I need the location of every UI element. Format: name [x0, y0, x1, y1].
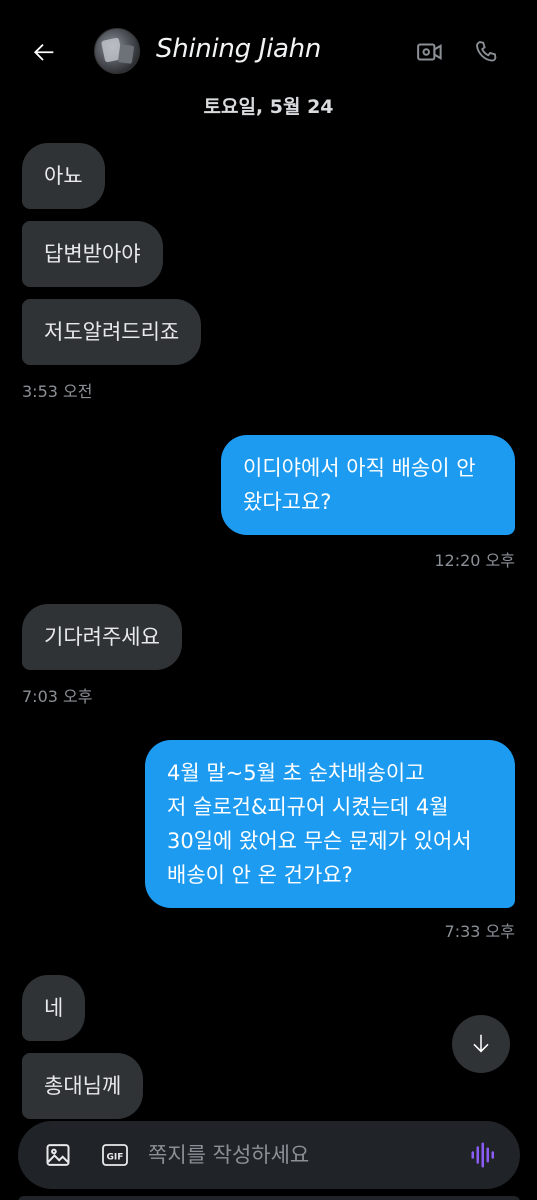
conversation-header: Shining Jiahn [0, 0, 537, 100]
message-bubble-incoming[interactable]: 총대님께 [22, 1053, 144, 1119]
message-text-line: 왔다고요? [243, 490, 332, 514]
arrow-left-icon [33, 43, 54, 61]
add-gif-button[interactable]: GIF [100, 1140, 130, 1170]
bottom-panel-edge [18, 1196, 520, 1200]
message-bubble-incoming[interactable]: 기다려주세요 [22, 604, 182, 670]
message-timestamp: 12:20 오후 [434, 551, 515, 570]
message-text: 기다려주세요 [44, 625, 160, 649]
message-bubble-incoming[interactable]: 네 [22, 975, 86, 1041]
avatar[interactable] [94, 28, 140, 74]
message-bubble-incoming[interactable]: 답변받아야 [22, 221, 163, 287]
message-input[interactable] [148, 1135, 448, 1175]
message-bubble-outgoing[interactable]: 4월 말~5월 초 순차배송이고 저 슬로건&피규어 시켰는데 4월 30일에 … [145, 740, 515, 908]
video-camera-icon [417, 43, 442, 61]
phone-icon [476, 41, 497, 62]
contact-name[interactable]: Shining Jiahn [156, 34, 321, 64]
message-bubble-incoming[interactable]: 아뇨 [22, 143, 105, 209]
voice-message-button[interactable] [468, 1139, 500, 1171]
video-call-button[interactable] [410, 32, 450, 72]
message-text-line: 30일에 왔어요 무슨 문제가 있어서 [167, 829, 472, 853]
message-text: 아뇨 [44, 164, 83, 188]
dm-conversation-screen: Shining Jiahn 토요일, 5월 24 아뇨 답변받아야 저도알려드리… [0, 0, 537, 1200]
message-timestamp: 3:53 오전 [22, 382, 93, 401]
message-bubble-incoming[interactable]: 저도알려드리죠 [22, 299, 202, 365]
message-text-line: 저 슬로건&피규어 시켰는데 4월 [167, 795, 449, 819]
add-image-button[interactable] [42, 1139, 74, 1171]
message-timestamp: 7:03 오후 [22, 687, 93, 706]
gif-label: GIF [107, 1153, 124, 1163]
phone-call-button[interactable] [466, 32, 506, 72]
image-icon [46, 1144, 70, 1166]
arrow-down-icon [473, 1034, 489, 1053]
message-text-line: 이디야에서 아직 배송이 안 [243, 456, 476, 480]
message-text: 네 [44, 996, 64, 1020]
message-text-line: 배송이 안 온 건가요? [167, 863, 353, 887]
message-text: 저도알려드리죠 [44, 320, 180, 344]
message-composer: GIF [18, 1121, 520, 1189]
scroll-to-bottom-button[interactable] [452, 1015, 510, 1073]
message-text: 총대님께 [44, 1074, 122, 1098]
gif-icon: GIF [102, 1144, 128, 1166]
date-separator: 토요일, 5월 24 [203, 96, 334, 118]
voice-waveform-icon [471, 1142, 494, 1168]
message-bubble-outgoing[interactable]: 이디야에서 아직 배송이 안 왔다고요? [221, 435, 515, 535]
message-text-line: 4월 말~5월 초 순차배송이고 [167, 761, 425, 785]
message-text: 답변받아야 [44, 242, 141, 266]
message-timestamp: 7:33 오후 [444, 922, 515, 941]
back-button[interactable] [24, 32, 64, 72]
